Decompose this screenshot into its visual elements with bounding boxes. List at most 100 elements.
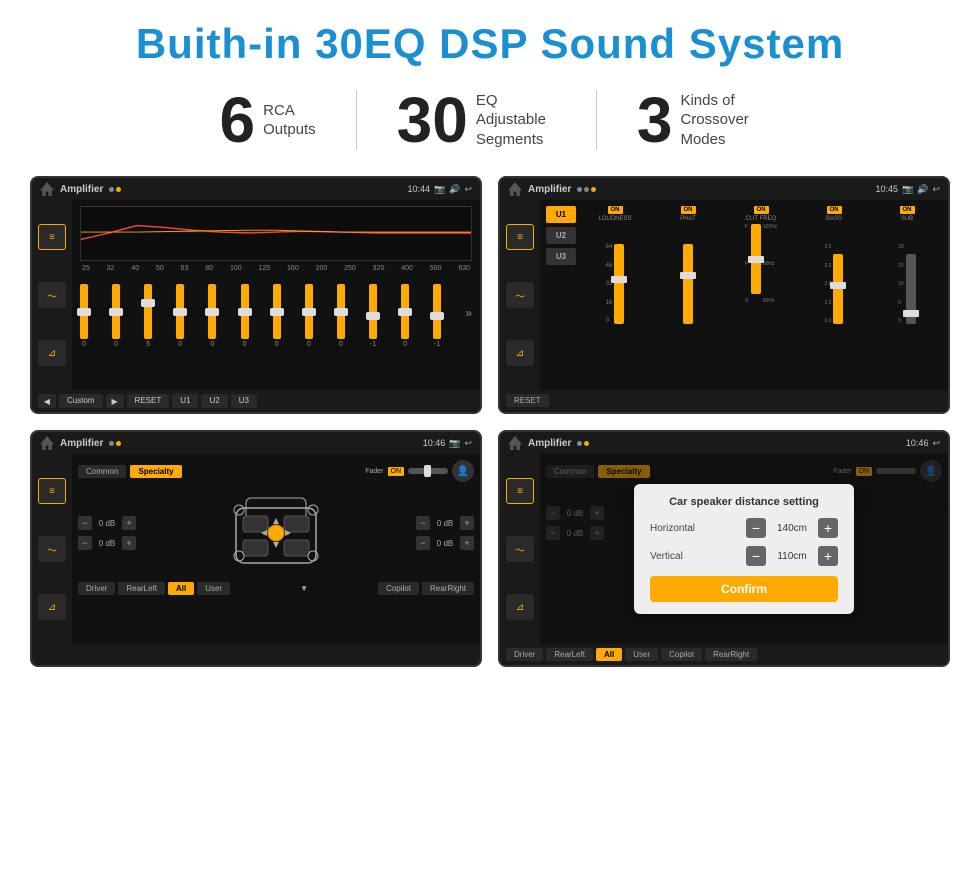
- rearleft-btn[interactable]: RearLeft: [118, 582, 165, 595]
- eq-slider-3[interactable]: 0: [176, 284, 184, 348]
- eq-slider-1[interactable]: 0: [112, 284, 120, 348]
- wave-icon-btn[interactable]: 〜: [38, 282, 66, 308]
- u3-preset[interactable]: U3: [546, 248, 576, 265]
- reset-btn-1[interactable]: RESET: [127, 394, 170, 408]
- eq-icon-btn-2[interactable]: ≡: [506, 224, 534, 250]
- channel-loudness: ON LOUDNESS 64 48 32 16 0: [580, 206, 650, 384]
- eq-slider-5[interactable]: 0: [241, 284, 249, 348]
- copilot-btn-4[interactable]: Copilot: [661, 648, 702, 661]
- cutfreq-slider[interactable]: [751, 224, 761, 294]
- next-btn[interactable]: ▶: [106, 394, 124, 408]
- reset-btn-2[interactable]: RESET: [506, 394, 549, 407]
- back-icon-3[interactable]: ↩: [464, 438, 472, 449]
- horizontal-minus-btn[interactable]: −: [746, 518, 766, 538]
- eq-slider-11[interactable]: -1: [433, 284, 441, 348]
- eq-slider-8[interactable]: 0: [337, 284, 345, 348]
- db-plus-fl[interactable]: +: [122, 516, 136, 530]
- driver-btn[interactable]: Driver: [78, 582, 115, 595]
- bottom-buttons-row: Driver RearLeft All User ▼ Copilot RearR…: [78, 582, 474, 595]
- user-btn-3[interactable]: User: [197, 582, 230, 595]
- custom-preset[interactable]: Custom: [59, 394, 103, 408]
- u3-btn[interactable]: U3: [231, 394, 257, 408]
- loudness-slider[interactable]: [614, 244, 624, 324]
- back-icon-1[interactable]: ↩: [464, 184, 472, 195]
- fader-slider[interactable]: [408, 468, 448, 474]
- sub-on-badge[interactable]: ON: [900, 206, 915, 214]
- specialty-tab[interactable]: Specialty: [130, 465, 181, 478]
- all-btn-4[interactable]: All: [596, 648, 622, 661]
- vertical-minus-btn[interactable]: −: [746, 546, 766, 566]
- bass-slider[interactable]: [833, 254, 843, 324]
- speaker-tab-row: Common Specialty Fader ON 👤: [78, 460, 474, 482]
- db-val-rr: 0 dB: [433, 539, 457, 548]
- driver-btn-4[interactable]: Driver: [506, 648, 543, 661]
- eq-slider-2[interactable]: 5: [144, 284, 152, 348]
- back-icon-4[interactable]: ↩: [932, 438, 940, 449]
- db-plus-rr[interactable]: +: [460, 536, 474, 550]
- eq-slider-6[interactable]: 0: [273, 284, 281, 348]
- wave-icon-btn-4[interactable]: 〜: [506, 536, 534, 562]
- home-icon-3[interactable]: [40, 436, 54, 450]
- vol-icon-btn-3[interactable]: ⊿: [38, 594, 66, 620]
- home-icon-2[interactable]: [508, 182, 522, 196]
- common-tab[interactable]: Common: [78, 465, 126, 478]
- vol-icon-btn-4[interactable]: ⊿: [506, 594, 534, 620]
- phat-on-badge[interactable]: ON: [681, 206, 696, 214]
- volume-icon-2: 🔊: [917, 184, 928, 195]
- left-db-controls: − 0 dB + − 0 dB +: [78, 516, 136, 550]
- sub-slider[interactable]: [906, 254, 916, 324]
- stat-eq: 30 EQ Adjustable Segments: [357, 88, 596, 152]
- bass-on-badge[interactable]: ON: [827, 206, 842, 214]
- u1-preset[interactable]: U1: [546, 206, 576, 223]
- fader-on-badge[interactable]: ON: [388, 467, 405, 476]
- db-minus-rr[interactable]: −: [416, 536, 430, 550]
- screen1-bottom: ◀ Custom ▶ RESET U1 U2 U3: [32, 390, 480, 412]
- db-plus-rl[interactable]: +: [122, 536, 136, 550]
- profile-icon[interactable]: 👤: [452, 460, 474, 482]
- u1-btn[interactable]: U1: [172, 394, 198, 408]
- rearright-btn-4[interactable]: RearRight: [705, 648, 757, 661]
- vol-icon-btn[interactable]: ⊿: [38, 340, 66, 366]
- vol-icon-btn-2[interactable]: ⊿: [506, 340, 534, 366]
- user-btn-4[interactable]: User: [625, 648, 658, 661]
- u2-preset[interactable]: U2: [546, 227, 576, 244]
- eq-slider-10[interactable]: 0: [401, 284, 409, 348]
- page-title: Buith-in 30EQ DSP Sound System: [30, 20, 950, 68]
- loudness-on-badge[interactable]: ON: [608, 206, 623, 214]
- eq-slider-7[interactable]: 0: [305, 284, 313, 348]
- db-plus-fr[interactable]: +: [460, 516, 474, 530]
- home-icon-1[interactable]: [40, 182, 54, 196]
- confirm-button[interactable]: Confirm: [650, 576, 838, 602]
- db-minus-fl[interactable]: −: [78, 516, 92, 530]
- cutfreq-on-badge[interactable]: ON: [754, 206, 769, 214]
- rearleft-btn-4[interactable]: RearLeft: [546, 648, 593, 661]
- horizontal-plus-btn[interactable]: +: [818, 518, 838, 538]
- eq-slider-0[interactable]: 0: [80, 284, 88, 348]
- eq-sliders: 0 0 5 0: [80, 278, 472, 348]
- eq-slider-4[interactable]: 0: [208, 284, 216, 348]
- back-icon-2[interactable]: ↩: [932, 184, 940, 195]
- vertical-row: Vertical − 110cm +: [650, 546, 838, 566]
- sidebar-2: ≡ 〜 ⊿: [500, 200, 540, 390]
- rearright-btn[interactable]: RearRight: [422, 582, 474, 595]
- stats-row: 6 RCA Outputs 30 EQ Adjustable Segments …: [30, 88, 950, 152]
- home-icon-4[interactable]: [508, 436, 522, 450]
- eq-icon-btn[interactable]: ≡: [38, 224, 66, 250]
- wave-icon-btn-3[interactable]: 〜: [38, 536, 66, 562]
- screen-distance: Amplifier 10:46 ↩ ≡ 〜 ⊿ Common: [498, 430, 950, 667]
- vertical-plus-btn[interactable]: +: [818, 546, 838, 566]
- eq-icon-btn-3[interactable]: ≡: [38, 478, 66, 504]
- phat-slider[interactable]: [683, 244, 693, 324]
- eq-slider-9[interactable]: -1: [369, 284, 377, 348]
- prev-btn[interactable]: ◀: [38, 394, 56, 408]
- status-bar-1: Amplifier 10:44 📷 🔊 ↩: [32, 178, 480, 200]
- u2-btn[interactable]: U2: [201, 394, 227, 408]
- wave-icon-btn-2[interactable]: 〜: [506, 282, 534, 308]
- db-minus-fr[interactable]: −: [416, 516, 430, 530]
- db-minus-rl[interactable]: −: [78, 536, 92, 550]
- copilot-btn[interactable]: Copilot: [378, 582, 419, 595]
- eq-icon-btn-4[interactable]: ≡: [506, 478, 534, 504]
- all-btn[interactable]: All: [168, 582, 194, 595]
- stat-rca-number: 6: [220, 88, 256, 152]
- more-icon[interactable]: »: [465, 306, 472, 320]
